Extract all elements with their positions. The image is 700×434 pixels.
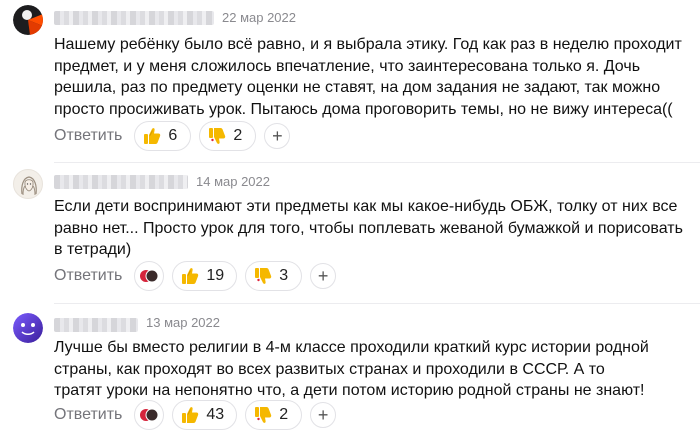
- comment-text: Нашему ребёнку было всё равно, и я выбра…: [54, 36, 682, 118]
- author-name[interactable]: [54, 11, 214, 25]
- avatar[interactable]: [13, 313, 43, 343]
- like-button[interactable]: 43: [172, 400, 238, 430]
- comment-actions: Ответить 6 2 +: [54, 120, 291, 152]
- dislike-button[interactable]: 3: [245, 261, 303, 291]
- comment-text: Если дети воспринимают эти предметы как …: [54, 198, 683, 258]
- author-name[interactable]: [54, 318, 138, 332]
- comment-date: 22 мар 2022: [222, 10, 297, 25]
- reactor-avatars-icon: [140, 269, 159, 283]
- comment-actions: Ответить 43 2 +: [54, 399, 337, 431]
- author-name[interactable]: [54, 175, 188, 189]
- plus-icon: +: [317, 404, 329, 425]
- thumbs-up-emoji-icon: [182, 268, 199, 284]
- dislike-count: 2: [233, 127, 243, 144]
- plus-icon: +: [317, 265, 329, 286]
- thumbs-up-emoji-icon: [182, 407, 199, 423]
- add-reaction-button[interactable]: +: [264, 123, 291, 149]
- avatar[interactable]: [13, 169, 43, 199]
- like-count: 43: [206, 406, 225, 423]
- plus-icon: +: [272, 125, 283, 146]
- avatar[interactable]: [13, 5, 43, 35]
- thumbs-up-emoji-icon: [144, 128, 161, 144]
- thumbs-down-emoji-icon: [209, 128, 226, 144]
- comment-text: Лучше бы вместо религии в 4-м классе про…: [54, 339, 649, 399]
- dislike-button[interactable]: 2: [199, 121, 257, 151]
- like-count: 19: [206, 267, 225, 284]
- thumbs-down-emoji-icon: [255, 268, 272, 284]
- comment-date: 14 мар 2022: [196, 174, 271, 189]
- add-reaction-button[interactable]: +: [310, 402, 337, 428]
- add-reaction-button[interactable]: +: [310, 263, 337, 289]
- divider: [54, 303, 700, 304]
- thumbs-down-emoji-icon: [255, 407, 272, 423]
- reply-button[interactable]: Ответить: [54, 127, 122, 145]
- reply-button[interactable]: Ответить: [54, 406, 122, 424]
- reactors-button[interactable]: [134, 400, 165, 430]
- like-count: 6: [168, 127, 178, 144]
- comment-actions: Ответить 19 3 +: [54, 260, 337, 292]
- like-button[interactable]: 6: [134, 121, 192, 151]
- dislike-count: 2: [279, 406, 289, 423]
- divider: [54, 162, 700, 163]
- reactor-avatars-icon: [140, 408, 159, 422]
- dislike-count: 3: [279, 267, 289, 284]
- comment-date: 13 мар 2022: [146, 315, 221, 330]
- dislike-button[interactable]: 2: [245, 400, 303, 430]
- reactors-button[interactable]: [134, 261, 165, 291]
- reply-button[interactable]: Ответить: [54, 267, 122, 285]
- like-button[interactable]: 19: [172, 261, 238, 291]
